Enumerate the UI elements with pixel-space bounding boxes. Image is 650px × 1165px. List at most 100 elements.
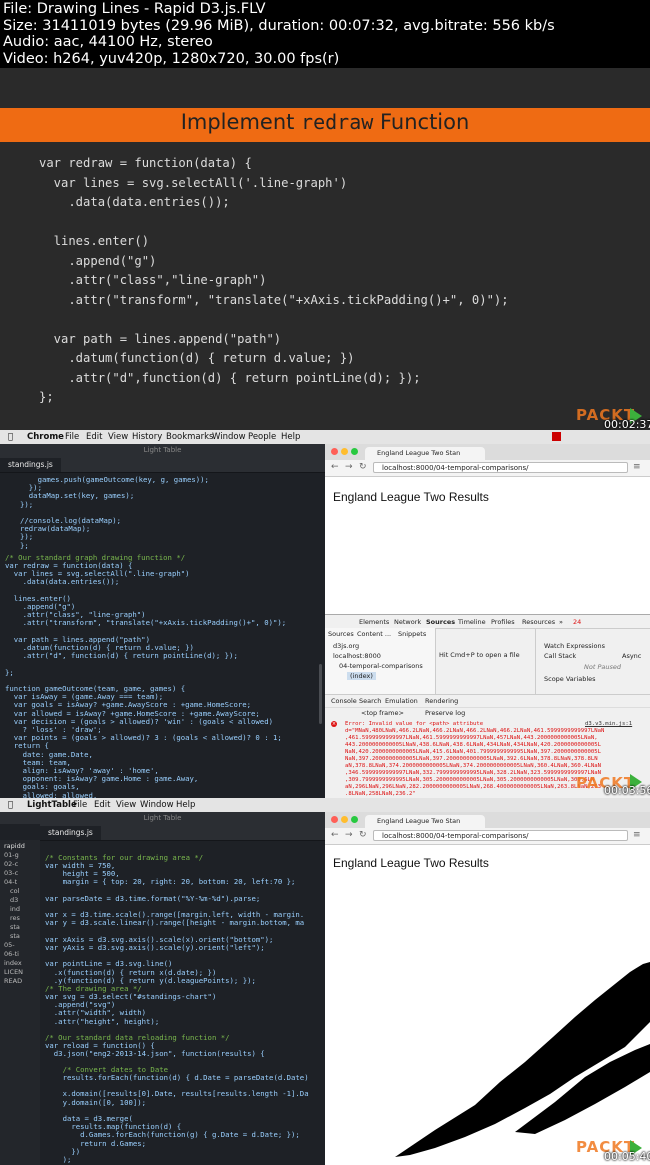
code-block-3-a: var width = 750, height = 500, margin = …: [45, 861, 305, 985]
sidebar-item-06[interactable]: 06-ti: [4, 950, 19, 958]
error-count-badge[interactable]: 24: [573, 618, 581, 626]
back-icon[interactable]: ←: [331, 462, 339, 472]
zoom-window-icon[interactable]: [351, 448, 358, 455]
url-bar[interactable]: localhost:8000/04-temporal-comparisons/: [373, 462, 628, 473]
tab-profiles[interactable]: Profiles: [491, 618, 515, 626]
timestamp-2: 00:03:56: [604, 784, 650, 797]
sidebar-item-02[interactable]: 02-c: [4, 860, 18, 868]
browser-window-3: England League Two Stan ← → ↻ localhost:…: [325, 812, 650, 1165]
sidebar-item-03[interactable]: 03-c: [4, 869, 18, 877]
tab-elements[interactable]: Elements: [359, 618, 389, 626]
menu-view[interactable]: View: [108, 432, 128, 442]
code-block-b: var redraw = function(data) { var lines …: [5, 561, 287, 798]
audio-line: Audio: aac, 44100 Hz, stereo: [3, 34, 213, 50]
zoom-window-icon-3[interactable]: [351, 816, 358, 823]
console-toolbar: <top frame> Preserve log: [325, 707, 650, 718]
menu-edit[interactable]: Edit: [86, 432, 102, 442]
emulation-tab[interactable]: Emulation: [385, 697, 418, 705]
sidebar-item-ind[interactable]: ind: [10, 905, 20, 913]
file-line: File: Drawing Lines - Rapid D3.js.FLV: [3, 1, 266, 17]
menu-edit-3[interactable]: Edit: [94, 800, 110, 810]
browser-tab[interactable]: England League Two Stan: [365, 447, 485, 460]
tab-timeline[interactable]: Timeline: [458, 618, 486, 626]
reload-icon-3[interactable]: ↻: [359, 830, 367, 840]
menu-window-3[interactable]: Window: [140, 800, 174, 810]
forward-icon-3[interactable]: →: [345, 830, 353, 840]
code-editor-3[interactable]: Light Table rapidd 01-g 02-c 03-c 04-t c…: [0, 812, 325, 1165]
error-1-body: d="MNaN,480LNaN,466.2LNaN,466.2LNaN,466.…: [345, 728, 605, 797]
preserve-log-checkbox[interactable]: Preserve log: [425, 709, 465, 717]
nav-sources-tab[interactable]: Sources: [328, 630, 354, 638]
reload-icon[interactable]: ↻: [359, 462, 367, 472]
menu-window[interactable]: Window: [212, 432, 246, 442]
menu-lighttable[interactable]: LightTable: [27, 800, 77, 810]
broken-chart-render: [395, 962, 650, 1157]
sidebar-item-index[interactable]: index: [4, 959, 22, 967]
sidebar-item-01[interactable]: 01-g: [4, 851, 19, 859]
apple-icon-3[interactable]: : [8, 800, 13, 810]
editor-title: Light Table: [0, 444, 325, 456]
apple-icon[interactable]: : [8, 432, 13, 442]
tree-item-d3js[interactable]: d3js.org: [333, 642, 359, 650]
menu-history[interactable]: History: [132, 432, 162, 442]
browser-tabbar: England League Two Stan: [325, 444, 650, 460]
tree-item-index[interactable]: (index): [347, 672, 376, 680]
sidebar-item-sta[interactable]: sta: [10, 923, 20, 931]
close-window-icon-3[interactable]: [331, 816, 338, 823]
debugger-sidebar: Watch Expressions Call Stack Async Not P…: [535, 628, 650, 694]
code-area-3: /* Constants for our drawing area */ var…: [40, 842, 325, 1165]
tab-more[interactable]: »: [559, 618, 563, 626]
minimize-window-icon[interactable]: [341, 448, 348, 455]
menu-view-3[interactable]: View: [116, 800, 136, 810]
error-1-source-link[interactable]: d3.v3.min.js:1: [585, 721, 632, 728]
minimize-window-icon-3[interactable]: [341, 816, 348, 823]
sidebar-item-res[interactable]: res: [10, 914, 20, 922]
sidebar-item-05[interactable]: 05-: [4, 941, 15, 949]
watch-expressions[interactable]: Watch Expressions: [544, 642, 605, 650]
tree-item-folder[interactable]: 04-temporal-comparisons: [339, 662, 423, 670]
sidebar-item-d3[interactable]: d3: [10, 896, 18, 904]
slide-title-band: Implement redraw Function: [0, 108, 650, 142]
code-block-3-c: var reload = function() { d3.json("eng2-…: [45, 1041, 265, 1059]
nav-snippets-tab[interactable]: Snippets: [398, 630, 426, 638]
url-bar-3[interactable]: localhost:8000/04-temporal-comparisons/: [373, 830, 628, 841]
menu-bookmarks[interactable]: Bookmarks: [166, 432, 214, 442]
sidebar-item-sta2[interactable]: sta: [10, 932, 20, 940]
menu-chrome[interactable]: Chrome: [27, 432, 64, 442]
menu-people[interactable]: People: [248, 432, 276, 442]
close-window-icon[interactable]: [331, 448, 338, 455]
code-block-3-b: var svg = d3.select("#standings-chart") …: [45, 992, 217, 1026]
scope-variables[interactable]: Scope Variables: [544, 675, 596, 683]
back-icon-3[interactable]: ←: [331, 830, 339, 840]
menu-file[interactable]: File: [65, 432, 79, 442]
workspace-sidebar: rapidd 01-g 02-c 03-c 04-t col d3 ind re…: [0, 840, 40, 1165]
sidebar-item-readme[interactable]: READ: [4, 977, 22, 985]
rendering-tab[interactable]: Rendering: [425, 697, 458, 705]
menu-file-3[interactable]: File: [73, 800, 87, 810]
tree-item-localhost[interactable]: localhost:8000: [333, 652, 381, 660]
frame-selector[interactable]: <top frame>: [361, 709, 404, 717]
editor-scrollbar[interactable]: [319, 664, 322, 724]
tab-sources[interactable]: Sources: [426, 618, 455, 626]
forward-icon[interactable]: →: [345, 462, 353, 472]
sidebar-item-04[interactable]: 04-t: [4, 878, 17, 886]
browser-tab-3[interactable]: England League Two Stan: [365, 815, 485, 828]
sidebar-item-license[interactable]: LICEN: [4, 968, 23, 976]
menu-help-3[interactable]: Help: [176, 800, 195, 810]
async-checkbox[interactable]: Async: [622, 652, 641, 660]
search-tab[interactable]: Search: [359, 697, 381, 705]
tab-resources[interactable]: Resources: [522, 618, 555, 626]
editor-tab-standings-3[interactable]: standings.js: [40, 826, 101, 840]
tab-network[interactable]: Network: [394, 618, 421, 626]
console-tabbar: Console Search Emulation Rendering: [325, 694, 650, 708]
call-stack[interactable]: Call Stack: [544, 652, 576, 660]
menu-icon[interactable]: ≡: [633, 462, 641, 472]
console-tab[interactable]: Console: [331, 697, 357, 705]
menu-icon-3[interactable]: ≡: [633, 830, 641, 840]
sidebar-item-root[interactable]: rapidd: [4, 842, 25, 850]
menu-help[interactable]: Help: [281, 432, 300, 442]
sidebar-item-col[interactable]: col: [10, 887, 19, 895]
nav-content-tab[interactable]: Content ...: [357, 630, 391, 638]
editor-tab-standings[interactable]: standings.js: [0, 458, 61, 472]
code-editor[interactable]: Light Table standings.js games.push(game…: [0, 444, 325, 798]
